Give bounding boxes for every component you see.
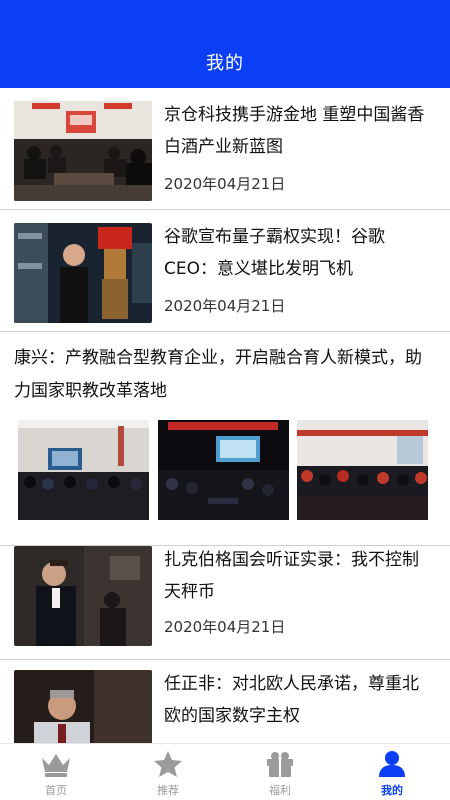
news-image: [158, 420, 289, 520]
tab-home[interactable]: 首页: [0, 744, 112, 800]
tab-welfare[interactable]: 福利: [224, 744, 336, 800]
gift-icon: [267, 752, 293, 777]
tab-label: 我的: [381, 784, 403, 797]
news-date: 2020年04月21日: [164, 618, 286, 636]
news-item[interactable]: 康兴：产教融合型教育企业，开启融合育人新模式，助力国家职教改革落地: [0, 332, 450, 546]
news-image: [297, 420, 428, 520]
crown-icon: [42, 754, 70, 777]
news-thumbnail: [14, 101, 152, 201]
top-bar: 我的: [0, 0, 450, 88]
tab-label: 福利: [269, 784, 291, 797]
news-title[interactable]: 谷歌宣布量子霸权实现！谷歌CEO：意义堪比发明飞机: [164, 221, 426, 285]
news-thumbnail: [14, 223, 152, 323]
tab-label: 推荐: [157, 784, 179, 797]
news-thumbnail: [14, 546, 152, 646]
star-icon: [154, 751, 182, 777]
news-title[interactable]: 康兴：产教融合型教育企业，开启融合育人新模式，助力国家职教改革落地: [14, 342, 436, 408]
news-date: 2020年04月21日: [164, 175, 286, 193]
news-item[interactable]: 扎克伯格国会听证实录：我不控制天秤币 2020年04月21日: [0, 546, 450, 660]
tab-mine[interactable]: 我的: [336, 744, 448, 800]
news-title[interactable]: 扎克伯格国会听证实录：我不控制天秤币: [164, 544, 426, 608]
user-icon: [379, 751, 405, 777]
news-feed[interactable]: 京仓科技携手游金地 重塑中国酱香白酒产业新蓝图 2020年04月21日 谷歌宣布…: [0, 88, 450, 743]
tab-recommend[interactable]: 推荐: [112, 744, 224, 800]
news-title[interactable]: 京仓科技携手游金地 重塑中国酱香白酒产业新蓝图: [164, 99, 426, 163]
news-item[interactable]: 任正非：对北欧人民承诺，尊重北欧的国家数字主权: [0, 660, 450, 743]
news-item[interactable]: 京仓科技携手游金地 重塑中国酱香白酒产业新蓝图 2020年04月21日: [0, 88, 450, 210]
news-title[interactable]: 任正非：对北欧人民承诺，尊重北欧的国家数字主权: [164, 668, 426, 732]
bottom-tab-bar: 首页 推荐 福利 我的: [0, 743, 450, 800]
news-thumbnail: [14, 670, 152, 743]
news-date: 2020年04月21日: [164, 297, 286, 315]
tab-label: 首页: [45, 784, 67, 797]
news-image: [18, 420, 149, 520]
page-title: 我的: [206, 53, 244, 74]
news-item[interactable]: 谷歌宣布量子霸权实现！谷歌CEO：意义堪比发明飞机 2020年04月21日: [0, 210, 450, 332]
